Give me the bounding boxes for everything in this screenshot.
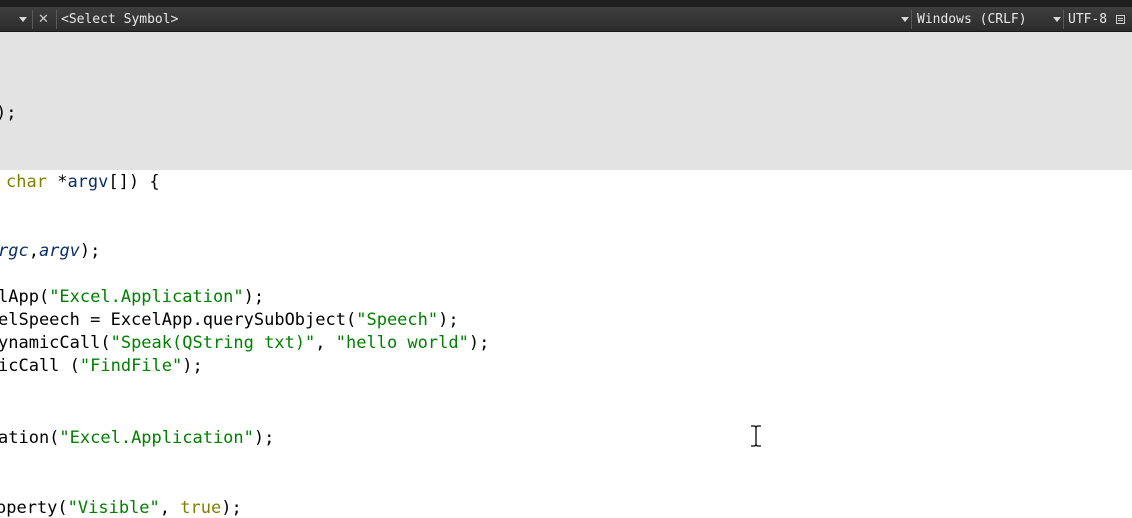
code-line[interactable]: ynamicCall("Speak(QString txt)", "hello … <box>0 333 489 353</box>
code-line[interactable]: ); <box>0 103 16 123</box>
disabled-code-region <box>0 32 1132 170</box>
code-line[interactable]: char *argv[]) { <box>6 172 160 192</box>
options-menu-button[interactable] <box>1116 7 1125 32</box>
chevron-down-icon <box>1053 17 1061 22</box>
code-line[interactable]: elSpeech = ExcelApp.querySubObject("Spee… <box>0 310 459 330</box>
toolbar-separator <box>1063 10 1064 29</box>
line-ending-label: Windows (CRLF) <box>917 12 1027 27</box>
menu-icon <box>1116 15 1125 24</box>
close-icon: ✕ <box>38 12 49 27</box>
encoding-label: UTF-8 <box>1068 12 1108 27</box>
symbol-selector[interactable]: <Select Symbol> <box>61 7 911 32</box>
dropdown-arrow-icon <box>19 17 27 22</box>
toolbar-separator <box>56 10 57 29</box>
editor-toolbar: ✕ <Select Symbol> Windows (CRLF) UTF-8 <box>0 7 1132 32</box>
code-line[interactable]: rgc,argv); <box>0 241 100 261</box>
previous-dropdown-arrow[interactable] <box>19 7 27 32</box>
window-top-edge <box>0 0 1132 7</box>
line-ending-selector[interactable]: Windows (CRLF) <box>917 7 1063 32</box>
encoding-indicator[interactable]: UTF-8 <box>1068 7 1107 32</box>
chevron-down-icon <box>901 17 909 22</box>
toolbar-separator <box>911 10 912 29</box>
symbol-selector-label: <Select Symbol> <box>61 12 179 27</box>
close-document-button[interactable]: ✕ <box>38 7 49 32</box>
text-cursor-icon <box>751 425 761 447</box>
code-line[interactable]: operty("Visible", true); <box>0 498 242 518</box>
toolbar-separator <box>32 10 33 29</box>
code-line[interactable]: icCall ("FindFile"); <box>0 356 203 376</box>
code-line[interactable]: ation("Excel.Application"); <box>0 428 274 448</box>
code-line[interactable]: lApp("Excel.Application"); <box>0 287 264 307</box>
